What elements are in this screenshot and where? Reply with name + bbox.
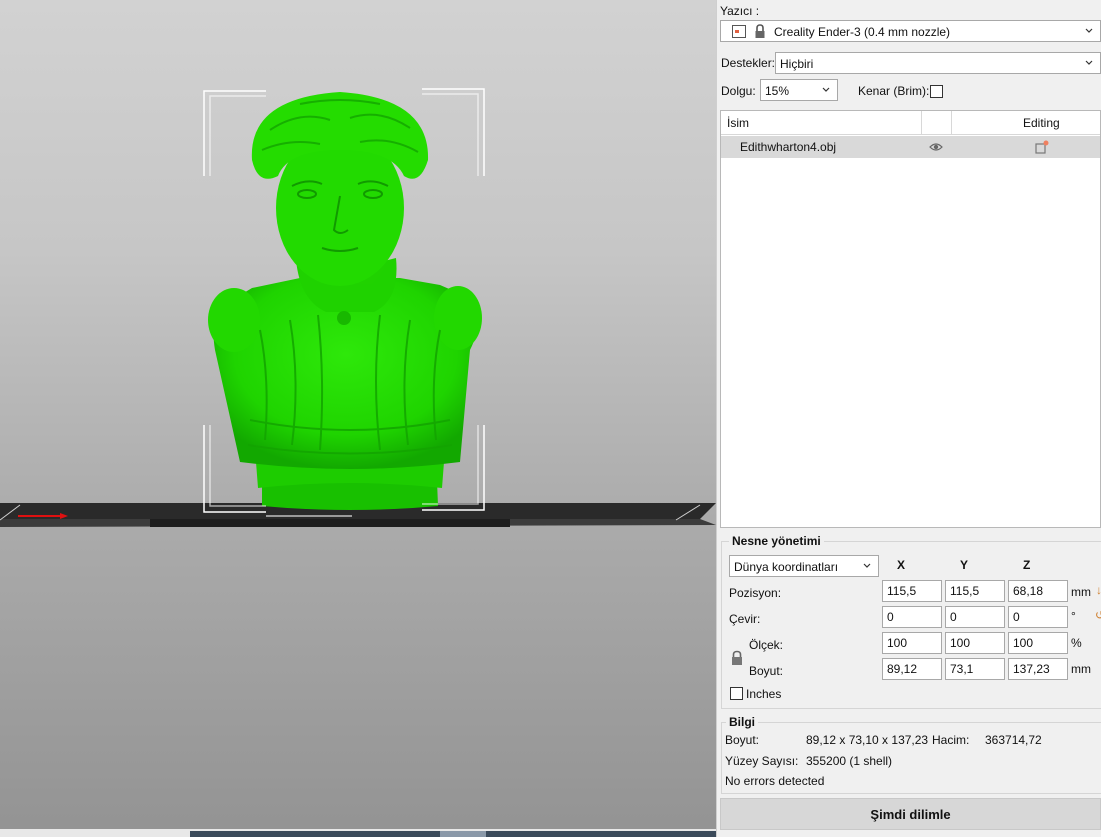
brim-checkbox[interactable] — [930, 85, 943, 98]
size-x-input[interactable]: 89,12 — [882, 658, 942, 680]
position-z-input[interactable]: 68,18 — [1008, 580, 1068, 602]
inches-label: Inches — [746, 687, 782, 701]
rotation-x-input[interactable]: 0 — [882, 606, 942, 628]
size-y-input[interactable]: 73,1 — [945, 658, 1005, 680]
info-volume-value: 363714,72 — [985, 733, 1042, 747]
position-y-input[interactable]: 115,5 — [945, 580, 1005, 602]
bust-model[interactable] — [208, 92, 482, 510]
scale-y-input[interactable]: 100 — [945, 632, 1005, 654]
printer-select[interactable]: Creality Ender-3 (0.4 mm nozzle) — [720, 20, 1101, 42]
supports-value: Hiçbiri — [780, 57, 814, 71]
brim-label: Kenar (Brim): — [858, 84, 930, 98]
supports-select[interactable]: Hiçbiri — [775, 52, 1101, 74]
axis-y-label: Y — [960, 558, 969, 572]
info-size-value: 89,12 x 73,10 x 137,23 — [806, 733, 929, 747]
object-name: Edithwharton4.obj — [740, 140, 837, 154]
rotation-z-input[interactable]: 0 — [1008, 606, 1068, 628]
axis-z-label: Z — [1023, 558, 1031, 572]
slice-now-label: Şimdi dilimle — [870, 806, 951, 822]
inches-checkbox[interactable] — [730, 687, 743, 700]
printer-label: Yazıcı : — [720, 4, 760, 18]
info-errors: No errors detected — [725, 774, 825, 788]
uniform-scale-lock-icon[interactable] — [730, 650, 744, 666]
info-volume-label: Hacim: — [932, 733, 970, 747]
infill-select[interactable]: 15% — [760, 79, 838, 101]
scale-unit: % — [1071, 636, 1082, 650]
edit-settings-icon[interactable] — [1034, 139, 1050, 155]
chevron-down-icon — [1085, 28, 1093, 33]
position-label: Pozisyon: — [729, 586, 782, 600]
info-facets-label: Yüzey Sayısı: — [725, 754, 799, 768]
reset-rotation-icon[interactable]: ↺ — [1095, 608, 1101, 622]
column-name-header[interactable]: İsim — [727, 116, 749, 130]
coordinate-system-select[interactable]: Dünya koordinatları — [729, 555, 879, 577]
scale-z-input[interactable]: 100 — [1008, 632, 1068, 654]
coordinate-system-value: Dünya koordinatları — [734, 560, 839, 574]
scale-label: Ölçek: — [749, 638, 784, 652]
info-facets-value: 355200 (1 shell) — [806, 754, 893, 768]
slice-now-button[interactable]: Şimdi dilimle — [720, 798, 1101, 830]
infill-label: Dolgu: — [721, 84, 756, 98]
drop-to-bed-icon[interactable]: ↓ — [1096, 583, 1101, 597]
info-title: Bilgi — [726, 715, 758, 729]
scene — [0, 88, 716, 527]
rotation-label: Çevir: — [729, 612, 761, 626]
rotation-y-input[interactable]: 0 — [945, 606, 1005, 628]
infill-value: 15% — [765, 84, 790, 98]
chevron-down-icon — [1085, 60, 1093, 65]
status-strip — [0, 829, 716, 837]
chevron-down-icon — [822, 87, 830, 92]
scale-x-input[interactable]: 100 — [882, 632, 942, 654]
position-unit: mm — [1071, 585, 1091, 599]
object-list[interactable]: İsim Editing Edithwharton4.obj — [720, 110, 1101, 528]
rotation-unit: ° — [1071, 609, 1076, 623]
size-label: Boyut: — [749, 664, 784, 678]
list-item[interactable]: Edithwharton4.obj — [721, 136, 1100, 158]
position-x-input[interactable]: 115,5 — [882, 580, 942, 602]
object-list-header: İsim Editing — [721, 111, 1100, 135]
supports-label: Destekler: — [721, 56, 776, 70]
size-z-input[interactable]: 137,23 — [1008, 658, 1068, 680]
chevron-down-icon — [863, 563, 871, 568]
eye-icon[interactable] — [929, 141, 943, 153]
column-editing-header[interactable]: Editing — [1023, 116, 1060, 130]
3d-viewport[interactable] — [0, 0, 716, 837]
info-size-label: Boyut: — [725, 733, 760, 747]
printer-icon — [732, 25, 746, 38]
size-unit: mm — [1071, 662, 1091, 676]
lock-icon — [755, 24, 765, 38]
axis-x-label: X — [897, 558, 906, 572]
printer-value: Creality Ender-3 (0.4 mm nozzle) — [774, 25, 951, 39]
object-manipulation-title: Nesne yönetimi — [729, 534, 824, 548]
